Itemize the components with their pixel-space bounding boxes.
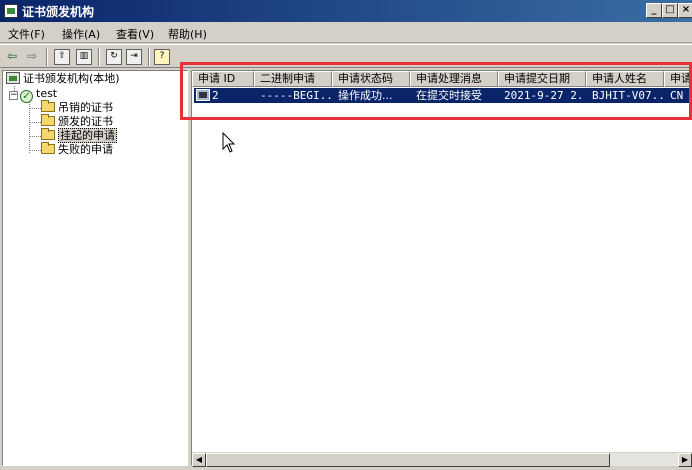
tree-item-pending[interactable]: 挂起的申请 [41,128,117,143]
menu-file[interactable]: 文件(F) [8,26,45,42]
menu-help[interactable]: 帮助(H) [168,26,207,42]
column-header-request-id[interactable]: 申请 ID [192,71,254,87]
cell-disposition-message: 在提交时接受 [416,89,482,102]
folder-icon [41,100,55,112]
cell-status-code: 操作成功... [338,89,393,102]
ca-running-icon: ✓ [20,90,33,103]
column-header-submitted-date[interactable]: 申请提交日期 [498,71,586,87]
ca-app-icon [4,4,18,18]
column-header-requester-name[interactable]: 申请人姓名 [586,71,664,87]
tree-ca-label: test [36,87,58,100]
menu-action[interactable]: 操作(A) [62,26,100,42]
open-folder-icon [41,128,55,140]
column-header-binary-request[interactable]: 二进制申请 [254,71,332,87]
column-header-disposition-message[interactable]: 申请处理消息 [410,71,498,87]
cell-submitted-date: 2021-9-27 2... [504,89,586,102]
horizontal-scrollbar[interactable]: ◀ ▶ [192,452,692,467]
menu-bar: 文件(F) 操作(A) 查看(V) 帮助(H) [0,22,692,43]
title-bar: 证书颁发机构 _ □ × [0,0,692,22]
cell-requester-name: BJHIT-V07... [592,89,664,102]
scroll-thumb[interactable] [206,453,610,467]
tree-ca-node[interactable]: − ✓ test [9,87,58,103]
table-row[interactable]: 2 -----BEGI... 操作成功... 在提交时接受 2021-9-27 … [194,88,691,103]
cell-binary-request: -----BEGI... [260,89,332,102]
folder-icon [41,142,55,154]
ca-root-icon [6,72,20,84]
window-title: 证书颁发机构 [22,5,95,19]
toolbar-separator [148,48,150,66]
results-list[interactable]: 申请 ID 二进制申请 申请状态码 申请处理消息 申请提交日期 申请人姓名 申请… [191,70,692,466]
collapse-icon[interactable]: − [9,91,18,100]
back-arrow-icon[interactable]: ⇦ [4,49,20,65]
tree-item-issued[interactable]: 颁发的证书 [41,114,113,129]
refresh-icon[interactable]: ↻ [106,49,122,65]
close-button[interactable]: × [678,3,692,18]
help-icon[interactable]: ? [154,49,170,65]
mouse-cursor-icon [222,132,236,153]
export-list-icon[interactable]: ⇥ [126,49,142,65]
show-hide-tree-icon[interactable]: ▥ [76,49,92,65]
tree-item-revoked[interactable]: 吊销的证书 [41,100,113,115]
up-folder-icon[interactable]: ⇧ [54,49,70,65]
toolbar: ⇦ ⇨ ⇧ ▥ ↻ ⇥ ? [0,44,692,68]
toolbar-separator [98,48,100,66]
console-tree[interactable]: 证书颁发机构(本地) − ✓ test 吊销的证书 颁发的证书 挂起的申请 失败的申… [2,70,188,466]
forward-arrow-icon[interactable]: ⇨ [24,49,40,65]
cell-request-id: 2 [212,89,219,102]
scroll-left-button[interactable]: ◀ [192,453,206,467]
folder-icon [41,114,55,126]
scroll-right-button[interactable]: ▶ [678,453,692,467]
column-header-status-code[interactable]: 申请状态码 [332,71,410,87]
toolbar-separator [46,48,48,66]
tree-root[interactable]: 证书颁发机构(本地) [6,72,120,86]
tree-item-failed[interactable]: 失败的申请 [41,142,113,157]
minimize-button[interactable]: _ [646,3,662,18]
cell-request-cn: CN [670,89,684,102]
column-header-request-more[interactable]: 申请 [664,71,691,87]
tree-root-label: 证书颁发机构(本地) [23,72,120,85]
maximize-button[interactable]: □ [662,3,678,18]
certificate-request-icon [196,89,210,101]
menu-view[interactable]: 查看(V) [116,26,154,42]
